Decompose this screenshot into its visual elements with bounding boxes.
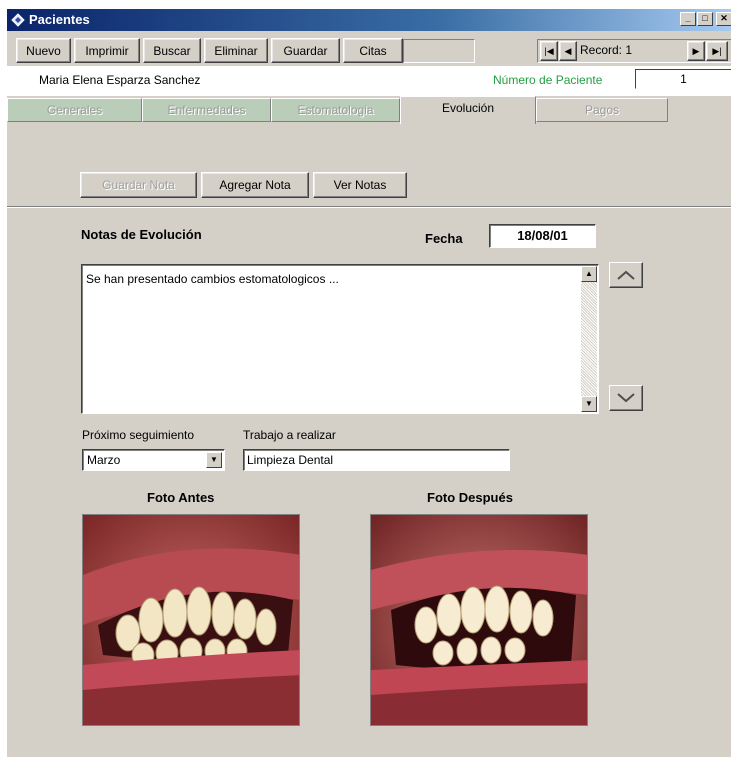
toolbar-spacer	[403, 39, 475, 63]
next-followup-select[interactable]: Marzo ▼	[82, 449, 225, 471]
agregar-nota-button[interactable]: Agregar Nota	[201, 172, 309, 198]
notes-heading: Notas de Evolución	[81, 227, 202, 242]
notes-textarea[interactable]: Se han presentado cambios estomatologico…	[81, 264, 599, 414]
next-followup-value: Marzo	[87, 453, 121, 467]
notes-text: Se han presentado cambios estomatologico…	[86, 272, 339, 286]
section-divider	[7, 206, 731, 208]
patient-number-label: Número de Paciente	[493, 73, 603, 87]
patient-bar: Maria Elena Esparza Sanchez Número de Pa…	[7, 66, 731, 96]
citas-button[interactable]: Citas	[343, 38, 403, 63]
tab-enfermedades[interactable]: Enfermedades	[142, 98, 271, 122]
scroll-up-icon[interactable]: ▲	[581, 266, 597, 282]
title-bar[interactable]: Pacientes _ □ ✕	[7, 9, 731, 31]
next-followup-label: Próximo seguimiento	[82, 428, 195, 442]
after-photo	[370, 514, 588, 726]
maximize-icon[interactable]: □	[697, 12, 713, 26]
app-icon	[11, 13, 25, 27]
record-counter: Record: 1	[580, 43, 633, 57]
tab-strip: Generales Enfermedades Estomatologia Evo…	[7, 96, 731, 124]
eliminar-button[interactable]: Eliminar	[204, 38, 268, 63]
nuevo-button[interactable]: Nuevo	[16, 38, 71, 63]
patient-number-field[interactable]: 1	[635, 69, 731, 89]
dropdown-arrow-icon[interactable]: ▼	[206, 452, 222, 468]
window-title: Pacientes	[29, 12, 90, 27]
work-field[interactable]: Limpieza Dental	[243, 449, 510, 471]
close-icon[interactable]: ✕	[716, 12, 731, 26]
tab-pagos[interactable]: Pagos	[536, 98, 668, 122]
patient-name: Maria Elena Esparza Sanchez	[39, 73, 201, 87]
date-field[interactable]: 18/08/01	[489, 224, 596, 248]
first-record-icon[interactable]: |◀	[540, 41, 558, 61]
chevron-down-icon	[617, 393, 635, 403]
ver-notas-button[interactable]: Ver Notas	[313, 172, 407, 198]
buscar-button[interactable]: Buscar	[143, 38, 201, 63]
after-photo-label: Foto Después	[427, 490, 513, 505]
next-record-icon[interactable]: ▶	[687, 41, 705, 61]
before-photo	[82, 514, 300, 726]
tab-estomatologia[interactable]: Estomatologia	[271, 98, 400, 122]
last-record-icon[interactable]: ▶|	[706, 41, 728, 61]
chevron-up-icon	[617, 270, 635, 280]
notes-scrollbar[interactable]: ▲ ▼	[581, 266, 597, 412]
previous-note-button[interactable]	[609, 262, 643, 288]
next-note-button[interactable]	[609, 385, 643, 411]
minimize-icon[interactable]: _	[680, 12, 696, 26]
guardar-button[interactable]: Guardar	[271, 38, 340, 63]
record-navigator: |◀ ◀ Record: 1 ▶ ▶|	[537, 39, 731, 63]
work-value: Limpieza Dental	[247, 453, 334, 467]
pacientes-window: Pacientes _ □ ✕ Nuevo Imprimir Buscar El…	[6, 8, 731, 757]
previous-record-icon[interactable]: ◀	[559, 41, 577, 61]
tab-generales[interactable]: Generales	[7, 98, 142, 122]
tab-evolucion[interactable]: Evolución	[400, 96, 536, 124]
work-label: Trabajo a realizar	[243, 428, 336, 442]
guardar-nota-button[interactable]: Guardar Nota	[80, 172, 197, 198]
imprimir-button[interactable]: Imprimir	[74, 38, 140, 63]
before-photo-label: Foto Antes	[147, 490, 215, 505]
date-label: Fecha	[425, 231, 463, 246]
scroll-down-icon[interactable]: ▼	[581, 396, 597, 412]
